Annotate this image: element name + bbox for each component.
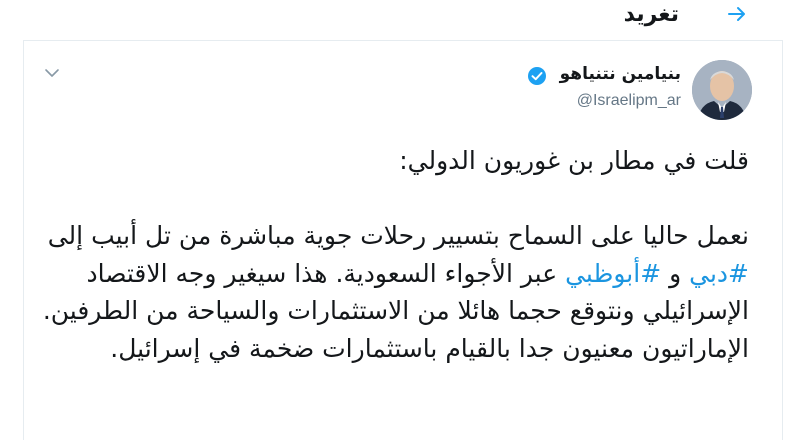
verified-badge-icon [528, 67, 546, 85]
author-handle[interactable]: @Israelipm_ar [577, 92, 681, 110]
tweet-body: قلت في مطار بن غوريون الدولي: نعمل حاليا… [29, 142, 749, 367]
tweet-text-segment: نعمل حاليا على السماح بتسيير رحلات جوية … [47, 221, 749, 250]
top-bar: تغريد [0, 0, 795, 36]
arrow-right-icon[interactable] [725, 2, 749, 26]
page-title: تغريد [623, 2, 679, 27]
tweet-text-segment: و [661, 258, 690, 288]
author-display-name[interactable]: بنيامين نتنياهو [560, 64, 681, 84]
tweet-paragraph-2: نعمل حاليا على السماح بتسيير رحلات جوية … [29, 217, 749, 367]
chevron-down-icon[interactable] [44, 65, 60, 81]
hashtag-abudhabi-link[interactable]: #أبوظبي [565, 259, 661, 288]
avatar-portrait-icon [692, 60, 752, 120]
avatar[interactable] [692, 60, 752, 120]
hashtag-dubai-link[interactable]: #دبي [689, 259, 749, 288]
tweet-line-1: قلت في مطار بن غوريون الدولي: [399, 146, 749, 175]
